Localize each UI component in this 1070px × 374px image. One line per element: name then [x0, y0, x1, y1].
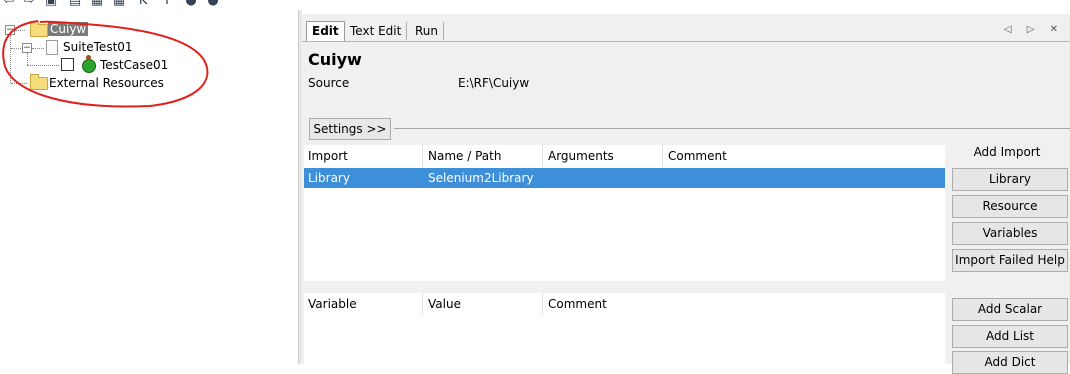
tree-node-testcase01[interactable]: TestCase01 [100, 56, 168, 74]
table-cell[interactable] [544, 168, 662, 188]
editor-tabs: Edit Text Edit Run ◁ ▷ ✕ [302, 20, 1070, 42]
run-keyword-icon[interactable]: T [160, 0, 174, 8]
collapse-root-icon[interactable]: − [5, 25, 15, 35]
add-library-button[interactable]: Library [952, 168, 1068, 191]
import-table-header: Import Name / Path Arguments Comment [304, 145, 945, 167]
tree-node-label: Cuiyw [48, 22, 89, 36]
testcase-icon [82, 55, 96, 73]
table-cell[interactable] [664, 168, 944, 188]
import-failed-help-button[interactable]: Import Failed Help [952, 249, 1068, 272]
add-scalar-button[interactable]: Add Scalar [952, 298, 1068, 321]
suite-file-icon [46, 40, 58, 55]
settings-button[interactable]: Settings >> [309, 118, 391, 140]
search-keyword-icon[interactable]: K [136, 0, 150, 8]
column-header[interactable]: Import [304, 145, 423, 167]
table-cell[interactable]: Selenium2Library [424, 168, 542, 188]
column-header[interactable]: Name / Path [424, 145, 543, 167]
add-variables-button[interactable]: Variables [952, 222, 1068, 245]
column-header[interactable]: Comment [664, 145, 944, 167]
back-arrow-icon[interactable]: ⇦ [2, 0, 16, 8]
testcase-checkbox[interactable] [61, 58, 74, 71]
source-value: E:\RF\Cuiyw [458, 76, 530, 90]
tab-text-edit[interactable]: Text Edit [345, 22, 408, 40]
page-title: Cuiyw [308, 50, 362, 69]
tree-node-label: External Resources [49, 76, 164, 90]
add-resource-button[interactable]: Resource [952, 195, 1068, 218]
folder-icon [30, 21, 48, 37]
run-icon[interactable]: ● [184, 0, 198, 8]
project-tree: − Cuiyw − SuiteTest01 TestCase01 Externa… [0, 10, 298, 364]
tree-node-label: SuiteTest01 [63, 40, 133, 54]
stop-icon[interactable]: ● [206, 0, 220, 8]
open-folder-icon[interactable]: ▤ [68, 0, 82, 8]
tree-node-external-resources[interactable]: External Resources [49, 74, 164, 92]
tree-node-suitetest01[interactable]: SuiteTest01 [63, 38, 133, 56]
forward-arrow-icon[interactable]: ⇨ [22, 0, 36, 8]
column-header[interactable]: Arguments [544, 145, 663, 167]
save-all-icon[interactable]: ▦ [112, 0, 126, 8]
tab-scroll-icon[interactable]: ◁ ▷ ✕ [1004, 24, 1064, 35]
table-row[interactable]: Library Selenium2Library [304, 168, 945, 188]
tab-edit[interactable]: Edit [306, 21, 345, 42]
variable-table[interactable]: Variable Value Comment [304, 293, 945, 364]
external-resources-icon [30, 74, 48, 90]
column-header[interactable]: Value [424, 293, 543, 315]
tree-node-cuiyw[interactable]: Cuiyw [48, 20, 89, 38]
source-label: Source [308, 76, 350, 90]
table-cell[interactable]: Library [304, 168, 422, 188]
add-list-button[interactable]: Add List [952, 325, 1068, 348]
tab-run[interactable]: Run [410, 22, 445, 40]
add-import-label: Add Import [973, 145, 1041, 159]
variable-table-header: Variable Value Comment [304, 293, 945, 315]
tree-node-label: TestCase01 [100, 58, 169, 72]
import-table[interactable]: Import Name / Path Arguments Comment Lib… [304, 145, 945, 281]
add-dict-button[interactable]: Add Dict [952, 351, 1068, 374]
save-icon[interactable]: ▦ [90, 0, 104, 8]
editor-pane: Edit Text Edit Run ◁ ▷ ✕ Cuiyw Source E:… [302, 14, 1070, 374]
collapse-suite-icon[interactable]: − [22, 43, 32, 53]
open-project-icon[interactable]: ▣ [44, 0, 58, 8]
toolbar: ⇦ ⇨ ▣ ▤ ▦ ▦ K T ● ● [0, 0, 300, 10]
column-header[interactable]: Comment [544, 293, 944, 315]
column-header[interactable]: Variable [304, 293, 423, 315]
